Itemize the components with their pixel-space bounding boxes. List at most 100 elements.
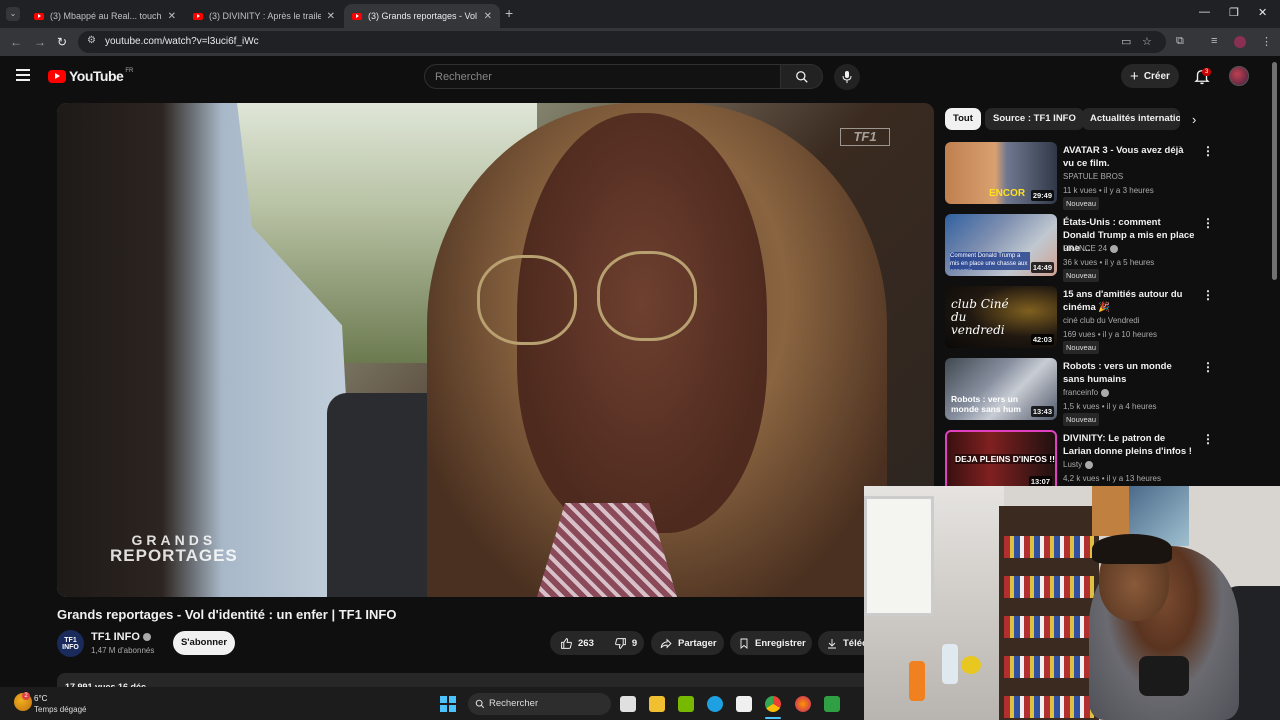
reload-icon[interactable]: ↻ bbox=[57, 35, 67, 49]
browser-menu-icon[interactable]: ⋮ bbox=[1261, 35, 1272, 48]
close-tab-icon[interactable]: ✕ bbox=[168, 11, 176, 22]
recommendation-channel[interactable]: Lusty bbox=[1063, 460, 1094, 469]
chevron-right-icon[interactable]: › bbox=[1192, 112, 1196, 127]
search-button[interactable] bbox=[781, 64, 823, 89]
forward-arrow-icon[interactable]: → bbox=[34, 35, 46, 49]
like-button[interactable]: 263 bbox=[550, 631, 604, 655]
app-icon[interactable] bbox=[824, 696, 840, 712]
duration-badge: 14:49 bbox=[1030, 262, 1054, 273]
video-thumbnail[interactable]: Robots : vers un monde sans hum 13:43 bbox=[945, 358, 1057, 420]
search-input[interactable] bbox=[425, 65, 755, 88]
taskbar-search-label: Rechercher bbox=[489, 698, 539, 709]
cast-icon[interactable]: ▭ bbox=[1121, 35, 1131, 48]
channel-avatar[interactable]: TF1 INFO bbox=[57, 630, 84, 657]
extensions-icon[interactable]: ⧉ bbox=[1176, 35, 1184, 48]
weather-condition[interactable]: Temps dégagé bbox=[34, 705, 86, 714]
more-options-icon[interactable]: ⋮ bbox=[1202, 288, 1214, 302]
minimize-icon[interactable]: — bbox=[1199, 6, 1210, 18]
taskbar-search[interactable]: Rechercher bbox=[468, 693, 611, 715]
browser-tab-2[interactable]: (3) DIVINITY : Après le trailer, La ✕ bbox=[185, 4, 343, 28]
bookmark-star-icon[interactable]: ☆ bbox=[1142, 35, 1152, 48]
weather-temperature[interactable]: 6°C bbox=[34, 694, 47, 703]
media-control-icon[interactable]: ≡ bbox=[1211, 35, 1217, 47]
recommendation-channel[interactable]: SPATULE BROS bbox=[1063, 172, 1123, 181]
subscribe-button[interactable]: S'abonner bbox=[173, 631, 235, 655]
address-bar[interactable]: ⚙ youtube.com/watch?v=l3uci6f_iWc bbox=[78, 31, 1166, 53]
recommendation-meta: 1,5 k vues • il y a 4 heures bbox=[1063, 402, 1157, 411]
more-options-icon[interactable]: ⋮ bbox=[1202, 432, 1214, 446]
new-tab-plus-icon[interactable]: + bbox=[505, 5, 513, 21]
recommendation-title[interactable]: DIVINITY: Le patron de Larian donne plei… bbox=[1063, 432, 1195, 458]
channel-text: FRANCE 24 bbox=[1063, 244, 1108, 253]
video-thumbnail[interactable]: Comment Donald Trump a mis en place une … bbox=[945, 214, 1057, 276]
youtube-logo[interactable]: YouTube FR bbox=[48, 68, 133, 84]
chip-source[interactable]: Source : TF1 INFO bbox=[985, 108, 1084, 130]
account-avatar[interactable] bbox=[1229, 66, 1249, 86]
like-count: 263 bbox=[578, 637, 594, 649]
active-app-indicator bbox=[765, 717, 781, 719]
microsoft-store-icon[interactable] bbox=[736, 696, 752, 712]
save-button[interactable]: Enregistrer bbox=[730, 631, 812, 655]
task-view-icon[interactable] bbox=[620, 696, 636, 712]
recommendation-channel[interactable]: franceinfo bbox=[1063, 388, 1110, 397]
chrome-browser-icon[interactable] bbox=[765, 696, 781, 712]
video-thumbnail[interactable]: club Ciné du vendredi 42:03 bbox=[945, 286, 1057, 348]
chip-all[interactable]: Tout bbox=[945, 108, 981, 130]
video-thumbnail[interactable]: ENCOR 29:49 bbox=[945, 142, 1057, 204]
file-explorer-icon[interactable] bbox=[649, 696, 665, 712]
hamburger-menu-icon[interactable] bbox=[16, 69, 30, 81]
url-text[interactable]: youtube.com/watch?v=l3uci6f_iWc bbox=[105, 36, 259, 47]
video-player[interactable]: TF1 GRANDS REPORTAGES bbox=[57, 103, 934, 597]
voice-search-button[interactable] bbox=[834, 64, 860, 90]
close-tab-icon[interactable]: ✕ bbox=[327, 11, 335, 22]
more-options-icon[interactable]: ⋮ bbox=[1202, 360, 1214, 374]
dislike-button[interactable]: 9 bbox=[604, 631, 647, 655]
close-tab-icon[interactable]: ✕ bbox=[484, 11, 492, 22]
edge-browser-icon[interactable] bbox=[707, 696, 723, 712]
browser-tab-1[interactable]: (3) Mbappé au Real... touché pa ✕ bbox=[26, 4, 184, 28]
recommendation-title[interactable]: AVATAR 3 - Vous avez déjà vu ce film. bbox=[1063, 144, 1195, 170]
recommendation-title[interactable]: 15 ans d'amitiés autour du cinéma 🎉 bbox=[1063, 288, 1195, 314]
recommendation-meta: 11 k vues • il y a 3 heures bbox=[1063, 186, 1154, 195]
tab-search-chevron-icon[interactable]: ⌄ bbox=[6, 7, 20, 21]
recommendation-item[interactable]: Robots : vers un monde sans hum 13:43 Ro… bbox=[945, 358, 1217, 426]
recommendation-channel[interactable]: FRANCE 24 bbox=[1063, 244, 1119, 253]
shelf-row bbox=[1004, 616, 1094, 638]
restore-icon[interactable]: ❐ bbox=[1229, 6, 1239, 19]
search-box[interactable] bbox=[424, 64, 781, 89]
thumbnail-caption: ENCOR bbox=[989, 188, 1026, 199]
profile-avatar-icon[interactable] bbox=[1234, 36, 1246, 48]
recommendation-title[interactable]: Robots : vers un monde sans humains bbox=[1063, 360, 1195, 386]
video-thumbnail[interactable]: DEJA PLEINS D'INFOS !! 13:07 bbox=[945, 430, 1057, 492]
save-label: Enregistrer bbox=[755, 637, 806, 649]
recommendation-item[interactable]: club Ciné du vendredi 42:03 15 ans d'ami… bbox=[945, 286, 1217, 354]
channel-name[interactable]: TF1 INFO bbox=[91, 631, 151, 643]
windows-taskbar: 2 6°C Temps dégagé Rechercher bbox=[0, 687, 864, 720]
youtube-favicon-icon bbox=[193, 12, 203, 20]
create-button[interactable]: + Créer bbox=[1121, 64, 1179, 88]
close-window-icon[interactable]: ✕ bbox=[1258, 6, 1267, 19]
more-options-icon[interactable]: ⋮ bbox=[1202, 144, 1214, 158]
back-arrow-icon[interactable]: ← bbox=[10, 35, 22, 49]
recommendation-channel[interactable]: ciné club du Vendredi bbox=[1063, 316, 1140, 325]
webcam-poster bbox=[1092, 486, 1132, 536]
windows-start-icon[interactable] bbox=[440, 696, 456, 712]
new-badge: Nouveau bbox=[1063, 269, 1100, 282]
more-options-icon[interactable]: ⋮ bbox=[1202, 216, 1214, 230]
nvidia-icon[interactable] bbox=[678, 696, 694, 712]
browser-tab-3-active[interactable]: (3) Grands reportages - Vol d'id ✕ bbox=[344, 4, 500, 28]
page-scrollbar[interactable] bbox=[1272, 62, 1277, 280]
brand-line-2: REPORTAGES bbox=[110, 546, 238, 565]
recommendation-item[interactable]: DEJA PLEINS D'INFOS !! 13:07 DIVINITY: L… bbox=[945, 430, 1217, 494]
recommendation-item[interactable]: ENCOR 29:49 AVATAR 3 - Vous avez déjà vu… bbox=[945, 142, 1217, 210]
site-info-icon[interactable]: ⚙ bbox=[87, 35, 96, 46]
chip-international-news[interactable]: Actualités internationales bbox=[1082, 108, 1180, 130]
share-button[interactable]: Partager bbox=[651, 631, 724, 655]
firefox-browser-icon[interactable] bbox=[795, 696, 811, 712]
duration-badge: 29:49 bbox=[1030, 190, 1054, 201]
like-dislike-group: 263 9 bbox=[550, 631, 644, 655]
browser-tab-bar: ⌄ (3) Mbappé au Real... touché pa ✕ (3) … bbox=[0, 0, 1280, 28]
shelf-row bbox=[1004, 536, 1094, 558]
recommendation-item[interactable]: Comment Donald Trump a mis en place une … bbox=[945, 214, 1217, 282]
webcam-bookshelf bbox=[999, 506, 1099, 720]
